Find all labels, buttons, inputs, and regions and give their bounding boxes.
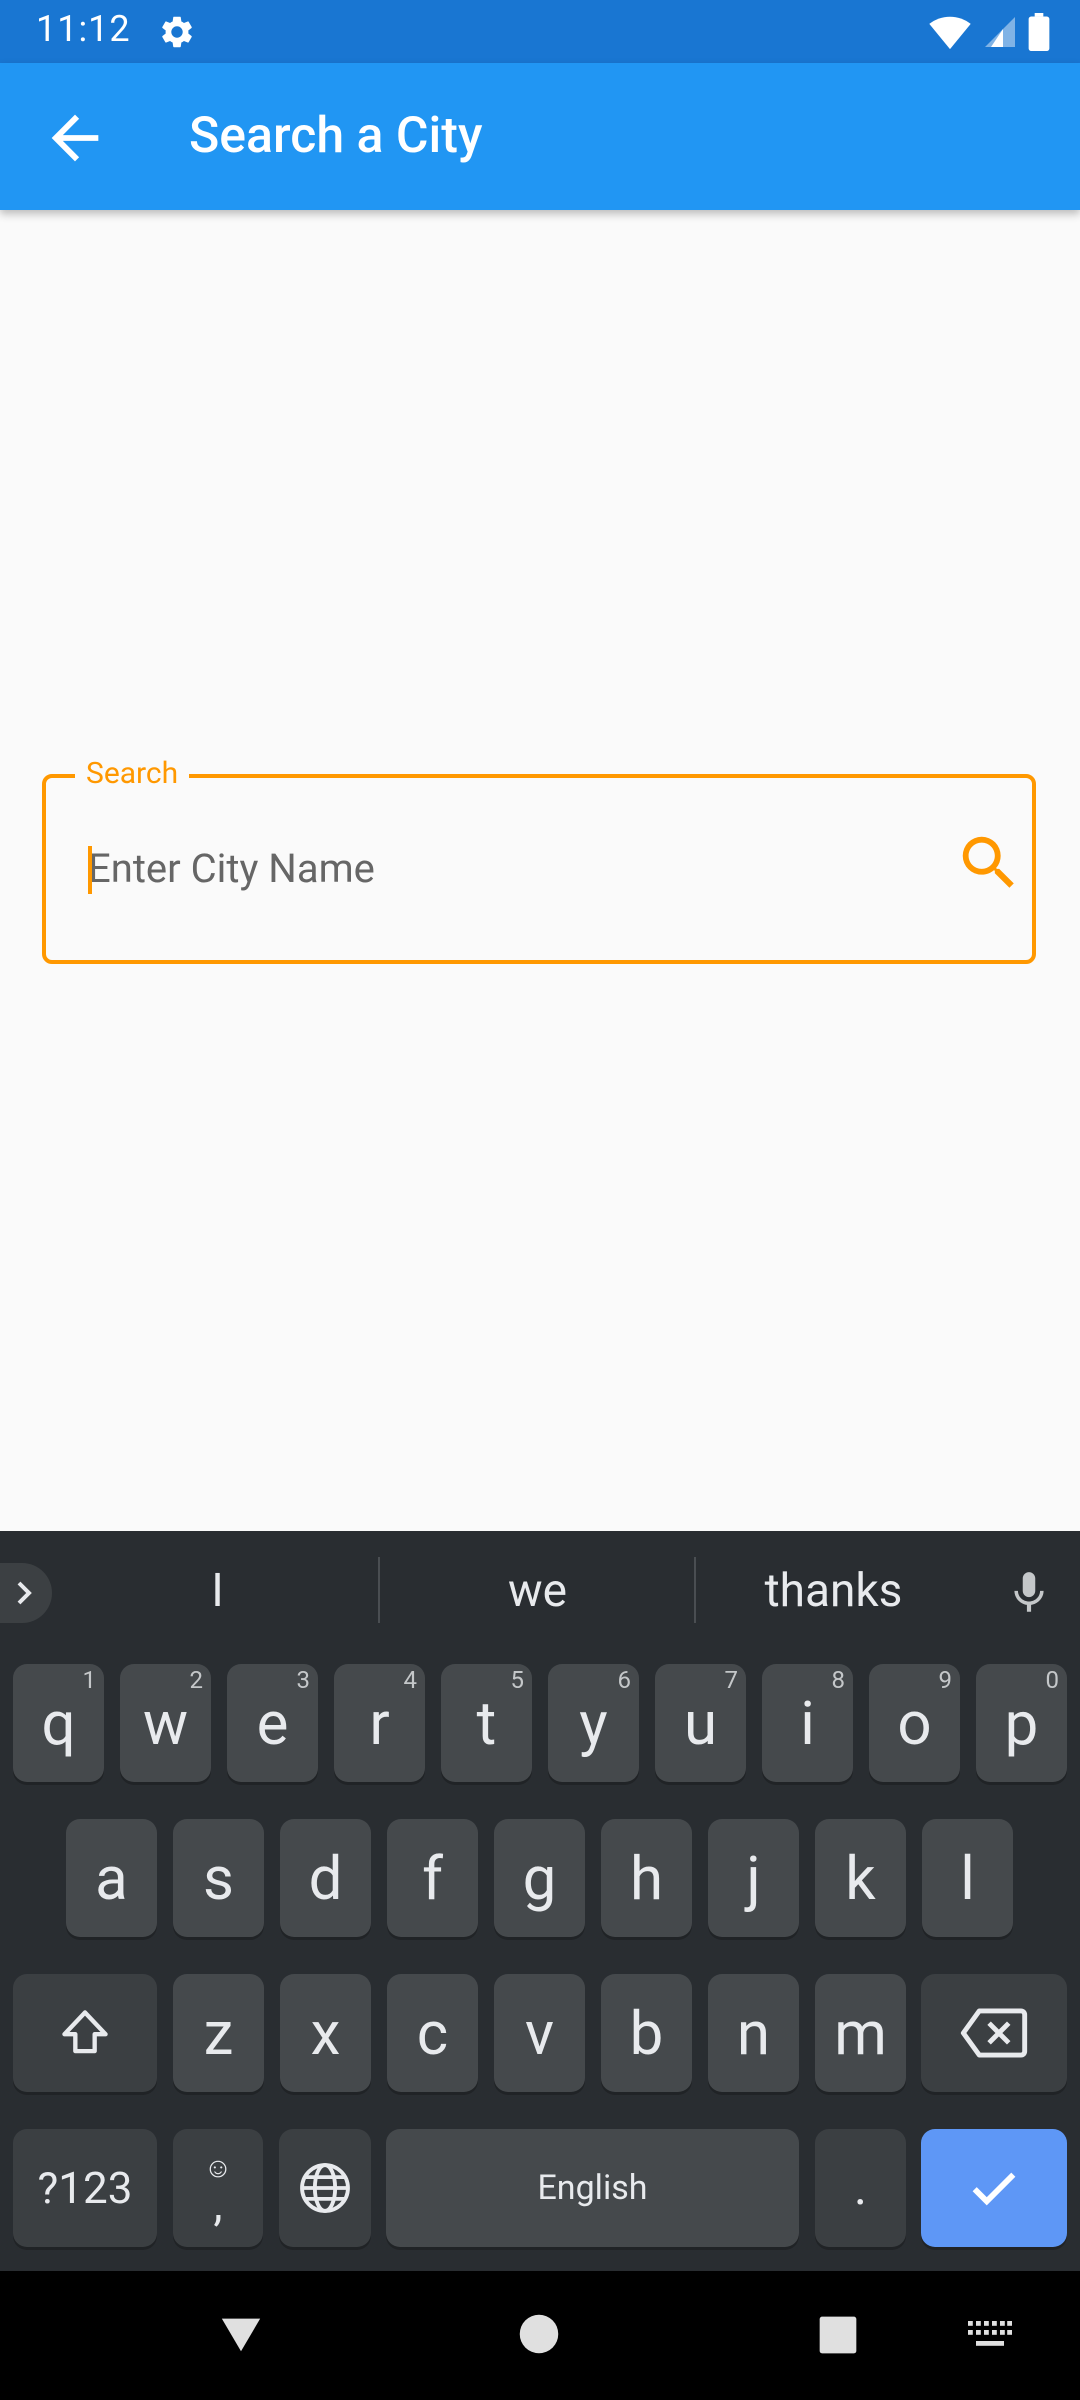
back-triangle-icon[interactable] bbox=[218, 2311, 264, 2357]
key-q[interactable]: q1 bbox=[13, 1664, 104, 1782]
key-hint: 7 bbox=[724, 1666, 739, 1694]
shift-key[interactable] bbox=[13, 1974, 157, 2092]
key-h[interactable]: h bbox=[601, 1819, 692, 1937]
app-bar: Search a City bbox=[0, 63, 1080, 210]
comma-label: , bbox=[213, 2178, 223, 2232]
status-bar: 11:12 bbox=[0, 0, 1080, 63]
key-z[interactable]: z bbox=[173, 1974, 264, 2092]
backspace-key[interactable] bbox=[921, 1974, 1067, 2092]
wifi-icon bbox=[929, 16, 971, 50]
key-label: o bbox=[897, 1687, 932, 1759]
key-label: y bbox=[579, 1687, 608, 1759]
key-g[interactable]: g bbox=[494, 1819, 585, 1937]
key-n[interactable]: n bbox=[708, 1974, 799, 2092]
status-icons bbox=[928, 12, 1050, 52]
key-b[interactable]: b bbox=[601, 1974, 692, 2092]
soft-keyboard: I we thanks q1w2e3r4t5y6u7i8o9p0 asdfghj… bbox=[0, 1531, 1080, 2271]
key-e[interactable]: e3 bbox=[227, 1664, 318, 1782]
suggestion-2[interactable]: we bbox=[380, 1561, 695, 1621]
key-hint: 1 bbox=[82, 1666, 97, 1694]
key-m[interactable]: m bbox=[815, 1974, 906, 2092]
symbols-key[interactable]: ?123 bbox=[13, 2129, 157, 2247]
suggestion-3[interactable]: thanks bbox=[696, 1561, 971, 1621]
key-k[interactable]: k bbox=[815, 1819, 906, 1937]
microphone-icon[interactable] bbox=[1004, 1565, 1054, 1621]
key-hint: 3 bbox=[296, 1666, 311, 1694]
key-hint: 5 bbox=[510, 1666, 525, 1694]
key-label: p bbox=[1004, 1687, 1039, 1759]
key-i[interactable]: i8 bbox=[762, 1664, 853, 1782]
key-label: e bbox=[256, 1687, 289, 1759]
key-label: i bbox=[800, 1687, 815, 1759]
key-p[interactable]: p0 bbox=[976, 1664, 1067, 1782]
cell-signal-icon bbox=[985, 17, 1015, 47]
navigation-bar bbox=[0, 2271, 1080, 2400]
period-key[interactable]: . bbox=[815, 2129, 906, 2247]
keyboard-switch-icon[interactable] bbox=[968, 2321, 1012, 2351]
recents-square-icon[interactable] bbox=[818, 2315, 858, 2355]
key-d[interactable]: d bbox=[280, 1819, 371, 1937]
key-c[interactable]: c bbox=[387, 1974, 478, 2092]
key-hint: 8 bbox=[831, 1666, 846, 1694]
key-y[interactable]: y6 bbox=[548, 1664, 639, 1782]
suggestion-strip: I we thanks bbox=[0, 1531, 1080, 1651]
key-hint: 6 bbox=[617, 1666, 632, 1694]
key-label: t bbox=[476, 1687, 497, 1759]
key-label: r bbox=[369, 1687, 390, 1759]
suggestion-1[interactable]: I bbox=[60, 1561, 375, 1621]
key-x[interactable]: x bbox=[280, 1974, 371, 2092]
enter-key[interactable] bbox=[921, 2129, 1067, 2247]
key-o[interactable]: o9 bbox=[869, 1664, 960, 1782]
key-j[interactable]: j bbox=[708, 1819, 799, 1937]
key-hint: 4 bbox=[403, 1666, 418, 1694]
search-icon[interactable] bbox=[954, 828, 1024, 898]
key-l[interactable]: l bbox=[922, 1819, 1013, 1937]
key-v[interactable]: v bbox=[494, 1974, 585, 2092]
key-r[interactable]: r4 bbox=[334, 1664, 425, 1782]
status-time: 11:12 bbox=[36, 8, 131, 50]
globe-icon bbox=[300, 2163, 350, 2213]
key-t[interactable]: t5 bbox=[441, 1664, 532, 1782]
key-hint: 0 bbox=[1045, 1666, 1060, 1694]
battery-icon bbox=[1028, 13, 1050, 51]
language-key[interactable] bbox=[279, 2129, 371, 2247]
home-circle-icon[interactable] bbox=[518, 2313, 560, 2355]
key-f[interactable]: f bbox=[387, 1819, 478, 1937]
text-cursor bbox=[88, 846, 92, 894]
settings-gear-icon bbox=[162, 16, 192, 48]
key-s[interactable]: s bbox=[173, 1819, 264, 1937]
page-title: Search a City bbox=[189, 107, 483, 165]
emoji-comma-key[interactable]: ☺ , bbox=[173, 2129, 263, 2247]
back-arrow-icon[interactable] bbox=[40, 103, 110, 173]
backspace-icon bbox=[960, 2008, 1028, 2058]
space-key[interactable]: English bbox=[386, 2129, 799, 2247]
chevron-right-icon bbox=[17, 1581, 32, 1605]
search-field[interactable]: Search bbox=[42, 756, 1036, 964]
shift-arrow-icon bbox=[62, 2010, 108, 2054]
key-label: w bbox=[142, 1687, 189, 1759]
key-hint: 2 bbox=[189, 1666, 204, 1694]
key-label: q bbox=[41, 1687, 76, 1759]
checkmark-icon bbox=[972, 2172, 1016, 2206]
city-search-input[interactable] bbox=[82, 838, 888, 898]
key-u[interactable]: u7 bbox=[655, 1664, 746, 1782]
search-label: Search bbox=[75, 756, 190, 792]
key-hint: 9 bbox=[938, 1666, 953, 1694]
expand-toolbar-button[interactable] bbox=[0, 1563, 52, 1623]
key-a[interactable]: a bbox=[66, 1819, 157, 1937]
key-label: u bbox=[683, 1687, 718, 1759]
key-w[interactable]: w2 bbox=[120, 1664, 211, 1782]
